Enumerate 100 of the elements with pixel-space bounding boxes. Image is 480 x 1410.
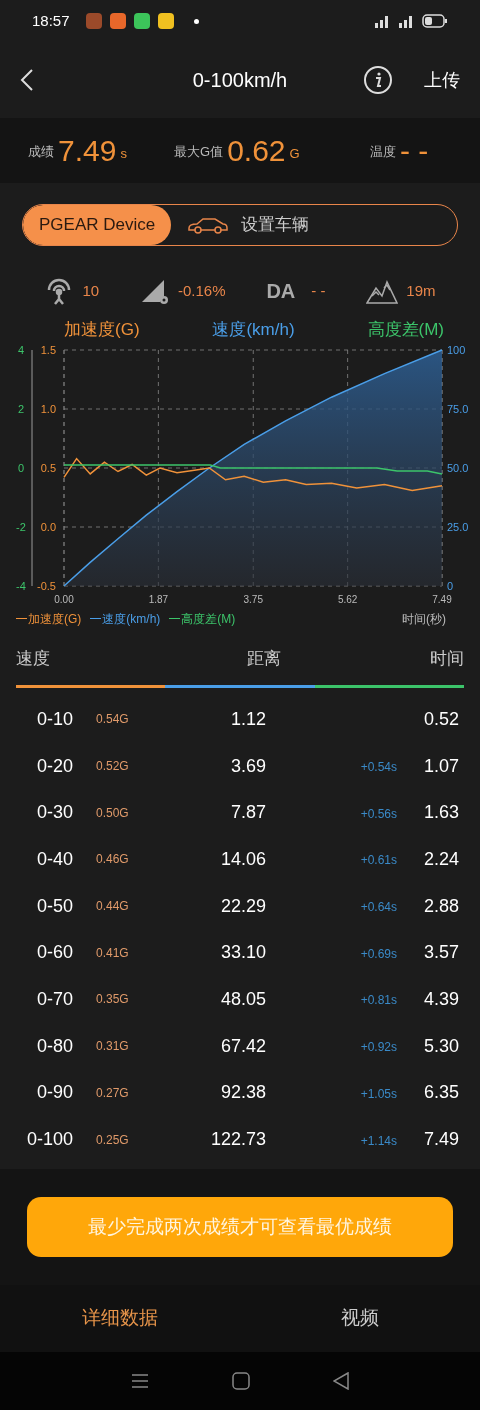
sensor-value: 19m [406,280,436,301]
distance-value: 92.38 [219,1081,266,1105]
column-header: 时间 [430,647,464,670]
distance-value: 48.05 [219,987,266,1011]
speed-range: 0-20 [35,754,73,778]
axis-label: 1.0 [40,402,56,415]
axis-label: 3.75 [243,593,263,605]
sensor-label: DA [266,279,296,304]
stat-label: 最大G值 [174,143,224,161]
bottom-tab[interactable]: 详细数据 [0,1285,240,1352]
speed-range: 0-60 [35,941,73,965]
speed-range: 0-70 [35,987,73,1011]
car-icon [187,216,230,234]
speed-range: 0-100 [25,1128,73,1152]
distance-value: 3.69 [229,754,266,778]
time-delta: +0.92s [360,1040,397,1055]
legend-item: 加速度(G) [16,609,82,628]
info-button[interactable] [364,66,392,94]
g-value: 0.31G [95,1038,130,1056]
time-value: 2.88 [422,894,459,918]
speed-range: 0-40 [35,847,73,871]
time-delta: +0.64s [360,900,397,915]
home-icon[interactable] [232,1372,250,1390]
app-icon [157,13,174,29]
time-delta: +0.56s [360,806,397,821]
axis-label: 5.62 [337,593,358,605]
sensor-value: -0.16% [178,280,226,301]
time-value: 1.63 [422,801,459,825]
chart-title: 加速度(G) [64,319,140,341]
column-header: 距离 [247,647,281,670]
speed-range: 0-50 [35,894,73,918]
time-delta: +0.61s [360,853,397,868]
menu-icon[interactable] [131,1373,150,1389]
distance-value: 14.06 [219,847,266,871]
axis-label: 0 [447,579,454,592]
axis-label: 0 [17,461,25,474]
axis-title: 时间(秒) [402,610,446,628]
distance-value: 7.87 [229,801,266,825]
g-value: 0.27G [95,1084,130,1102]
mountains-icon [366,278,399,304]
axis-label: 50.0 [447,461,469,474]
stat-value: - - [400,135,429,166]
bottom-tab[interactable]: 视频 [240,1285,480,1352]
g-value: 0.35G [95,991,130,1009]
time-delta: +1.14s [360,1133,397,1148]
app-icon [109,13,126,29]
speed-range: 0-10 [35,707,73,731]
speed-range: 0-90 [35,1081,73,1105]
sensor-value: 10 [82,280,100,301]
speed-range: 0-80 [35,1034,73,1058]
axis-label: 1.87 [148,593,169,605]
axis-label: -2 [16,520,26,533]
axis-label: 4 [17,343,25,356]
distance-value: 67.42 [219,1034,266,1058]
axis-label: 0.0 [40,520,56,533]
battery-icon [422,14,448,28]
chart-title: 速度(km/h) [212,319,295,341]
page-title: 0-100km/h [192,68,288,93]
axis-label: 0.00 [54,593,74,605]
axis-label: 75.0 [447,402,469,415]
time-delta: +1.05s [360,1086,397,1101]
chart-title: 高度差(M) [367,319,444,341]
distance-value: 1.12 [229,707,266,731]
time-value: 5.30 [422,1034,459,1058]
time-value: 6.35 [422,1081,459,1105]
time-delta: +0.54s [360,760,397,775]
segment-tab[interactable]: PGEAR Device [23,205,172,245]
time-value: 1.07 [422,754,459,778]
status-time: 18:57 [32,10,70,31]
info-icon [374,72,382,88]
segment-tab[interactable]: 设置车辆 [171,205,326,245]
column-header: 速度 [16,647,50,670]
signal-icon [374,14,390,28]
signal-icon [398,14,414,28]
legend-item: 速度(km/h) [90,609,161,628]
axis-label: -0.5 [37,579,56,592]
g-value: 0.52G [95,758,130,776]
axis-label: 1.5 [40,343,56,356]
axis-label: 0.5 [40,461,56,474]
stat-value: 0.62 [227,135,286,166]
back-icon[interactable] [332,1372,349,1390]
sensor-value: - - [311,280,326,301]
legend-item: 高度差(M) [169,609,236,628]
axis-label: 2 [17,402,25,415]
stat-label: 温度 [370,143,396,161]
app-icon [85,13,102,29]
stat-label: 成绩 [28,143,54,161]
axis-label: 100 [447,343,466,356]
axis-label: -4 [16,579,26,592]
distance-value: 22.29 [219,894,266,918]
g-value: 0.41G [95,944,130,962]
app-icon [133,13,150,29]
axis-label: 7.49 [432,593,452,605]
speed-range: 0-30 [35,801,73,825]
g-value: 0.54G [95,711,130,729]
time-value: 3.57 [422,941,459,965]
time-value: 0.52 [422,707,459,731]
time-value: 4.39 [422,987,459,1011]
upload-button[interactable]: 上传 [424,66,460,94]
time-delta: +0.81s [360,993,397,1008]
